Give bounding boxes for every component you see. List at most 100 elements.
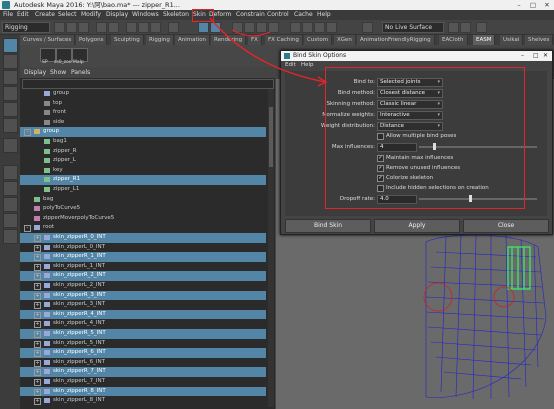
- dialog-title-bar[interactable]: Bind Skin Options – □ ✕: [281, 51, 552, 61]
- snap-curve-icon[interactable]: [244, 22, 255, 33]
- sign-in-icon[interactable]: [460, 22, 471, 33]
- select-hierarchy-icon[interactable]: [126, 22, 137, 33]
- expand-icon[interactable]: +: [34, 292, 41, 300]
- symmetry-icon[interactable]: [448, 22, 459, 33]
- render-settings-icon[interactable]: [314, 22, 325, 33]
- tab-fx[interactable]: FX: [248, 35, 262, 45]
- tab-sculpting[interactable]: Sculpting: [111, 35, 144, 45]
- apply-button[interactable]: Apply: [374, 219, 460, 233]
- expand-icon[interactable]: +: [34, 302, 41, 310]
- expand-icon[interactable]: +: [34, 350, 41, 358]
- render-icon[interactable]: [290, 22, 301, 33]
- outliner-row[interactable]: + skin_zipperL_8_INT: [20, 396, 266, 406]
- tab-polygons[interactable]: Polygons: [76, 35, 108, 45]
- expand-icon[interactable]: +: [34, 379, 41, 386]
- outliner-row[interactable]: + skin_zipperR_8_INT: [20, 386, 266, 397]
- outliner-row[interactable]: bag: [20, 195, 266, 205]
- outliner-row[interactable]: + skin_zipperR_3_INT: [20, 290, 266, 301]
- outliner-row[interactable]: + skin_zipperL_2_INT: [20, 281, 266, 291]
- dialog-maximize-button[interactable]: □: [533, 51, 539, 61]
- menu-select[interactable]: Select: [58, 10, 77, 20]
- save-scene-icon[interactable]: [78, 22, 89, 33]
- outliner-row[interactable]: + skin_zipperL_6_INT: [20, 358, 266, 368]
- paint-select-tool-icon[interactable]: [3, 70, 18, 85]
- move-tool-icon[interactable]: [3, 86, 18, 101]
- menu-skeleton[interactable]: Skeleton: [163, 10, 189, 20]
- tab-rigging[interactable]: Rigging: [146, 35, 174, 45]
- tab-animation-friendly-rigging[interactable]: AnimationFriendlyRigging: [357, 35, 435, 45]
- outliner-row[interactable]: + skin_zipperR_0_INT: [20, 233, 266, 243]
- expand-icon[interactable]: +: [34, 369, 41, 377]
- outliner-row[interactable]: group: [20, 89, 266, 99]
- menu-windows[interactable]: Windows: [132, 10, 159, 20]
- expand-icon[interactable]: +: [34, 311, 41, 319]
- outliner-menu-display[interactable]: Display: [24, 67, 46, 78]
- select-object-icon[interactable]: [138, 22, 149, 33]
- tab-rendering[interactable]: Rendering: [211, 35, 247, 45]
- tab-eacloth[interactable]: EACloth: [439, 35, 468, 45]
- open-scene-icon[interactable]: [66, 22, 77, 33]
- expand-icon[interactable]: +: [34, 359, 41, 367]
- outliner-row[interactable]: + skin_zipperR_1_INT: [20, 252, 266, 262]
- outliner-row[interactable]: + skin_zipperL_3_INT: [20, 300, 266, 310]
- outliner-row[interactable]: zipper_R: [20, 147, 266, 157]
- tab-curves-surfaces[interactable]: Curves / Surfaces: [20, 35, 76, 45]
- four-view-layout-icon[interactable]: [3, 181, 18, 196]
- outliner-row[interactable]: front: [20, 108, 266, 118]
- outliner-layout-icon[interactable]: [3, 229, 18, 244]
- live-surface-field[interactable]: No Live Surface: [382, 22, 444, 33]
- outliner-row[interactable]: + skin_zipperR_7_INT: [20, 367, 266, 377]
- persp-graph-layout-icon[interactable]: [3, 213, 18, 228]
- menu-help[interactable]: Help: [317, 10, 331, 20]
- outliner-row[interactable]: + skin_zipperR_6_INT: [20, 348, 266, 358]
- outliner-row[interactable]: zipper_L: [20, 156, 266, 166]
- outliner-row[interactable]: zipper_L1: [20, 185, 266, 195]
- input-line-icon[interactable]: [476, 22, 487, 33]
- menu-display[interactable]: Display: [106, 10, 128, 20]
- outliner-menu-show[interactable]: Show: [50, 67, 66, 78]
- collapse-icon[interactable]: -: [24, 225, 31, 233]
- tab-usikai[interactable]: Usikai: [500, 35, 524, 45]
- mask-joint-icon[interactable]: [168, 22, 179, 33]
- dialog-minimize-button[interactable]: –: [521, 51, 524, 61]
- menu-constrain[interactable]: Constrain: [236, 10, 265, 20]
- tab-fx-caching[interactable]: FX Caching: [265, 35, 303, 45]
- outliner-menu-panels[interactable]: Panels: [71, 67, 90, 78]
- live-surface-icon[interactable]: [362, 22, 373, 33]
- menu-cache[interactable]: Cache: [294, 10, 313, 20]
- dialog-menu-edit[interactable]: Edit: [285, 61, 296, 69]
- snap-point-icon[interactable]: [256, 22, 267, 33]
- tab-animation[interactable]: Animation: [175, 35, 211, 45]
- outliner-row[interactable]: polyToCurve5: [20, 204, 266, 214]
- outliner-row[interactable]: + skin_zipperR_4_INT: [20, 309, 266, 320]
- undo-icon[interactable]: [96, 22, 107, 33]
- tab-custom[interactable]: Custom: [304, 35, 333, 45]
- new-scene-icon[interactable]: [54, 22, 65, 33]
- select-tool-icon[interactable]: [3, 38, 18, 53]
- outliner-search-input[interactable]: [22, 79, 274, 89]
- expand-icon[interactable]: +: [34, 235, 41, 242]
- outliner-row[interactable]: + skin_zipperR_2_INT: [20, 271, 266, 281]
- menuset-dropdown[interactable]: Rigging: [2, 22, 50, 33]
- expand-icon[interactable]: +: [34, 244, 41, 252]
- tab-xgen[interactable]: XGen: [334, 35, 356, 45]
- outliner-row[interactable]: + skin_zipperL_4_INT: [20, 319, 266, 329]
- outliner-row[interactable]: + skin_zipperL_5_INT: [20, 339, 266, 349]
- expand-icon[interactable]: +: [34, 321, 41, 329]
- outliner-row[interactable]: top: [20, 99, 266, 109]
- minimize-button[interactable]: –: [512, 0, 526, 10]
- outliner-row[interactable]: + skin_zipperL_1_INT: [20, 262, 266, 272]
- ipr-render-icon[interactable]: [302, 22, 313, 33]
- select-joints-icon[interactable]: [198, 22, 209, 33]
- lasso-tool-icon[interactable]: [3, 54, 18, 69]
- close-window-button[interactable]: ✕: [540, 0, 554, 10]
- select-curves-icon[interactable]: [210, 22, 221, 33]
- outliner-row[interactable]: + skin_zipperL_0_INT: [20, 243, 266, 253]
- last-tool-icon[interactable]: [3, 138, 18, 153]
- outliner-row[interactable]: zipperMoverpolyToCurve5: [20, 214, 266, 224]
- hypershade-icon[interactable]: [326, 22, 337, 33]
- single-perspective-layout-icon[interactable]: [3, 165, 18, 180]
- expand-icon[interactable]: +: [34, 263, 41, 271]
- outliner-row[interactable]: key: [20, 166, 266, 176]
- menu-file[interactable]: File: [3, 10, 13, 20]
